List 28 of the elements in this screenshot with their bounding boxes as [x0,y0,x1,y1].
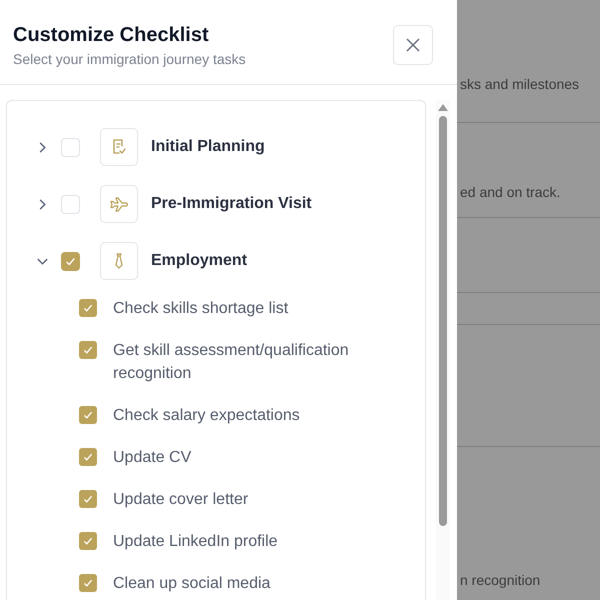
close-icon [405,37,421,53]
task-label: Update cover letter [113,490,248,510]
page-text: n recognition [459,571,542,589]
panel-subtitle: Select your immigration journey tasks [13,50,246,68]
checkbox[interactable] [79,490,97,508]
task-label: Clean up social media [113,574,270,594]
checkbox[interactable] [79,406,97,424]
checkbox[interactable] [79,448,97,466]
category-label: Pre-Immigration Visit [151,195,312,213]
close-button[interactable] [393,25,433,65]
checkbox[interactable] [79,299,97,317]
task-label: Update LinkedIn profile [113,532,278,552]
scrollbar-thumb[interactable] [439,116,447,526]
checkbox[interactable] [79,341,97,359]
category-label: Initial Planning [151,138,265,156]
page-text: ed and on track. [459,183,562,201]
panel-title: Customize Checklist [13,24,210,46]
scroll-up-icon[interactable] [438,104,448,111]
checkbox[interactable] [79,532,97,550]
task-label: Check skills shortage list [113,299,288,319]
task-label: Get skill assessment/qualification recognition [113,341,350,384]
task-label: Update CV [113,448,192,468]
page-text: sks and milestones [459,75,580,93]
scrollbar[interactable] [436,100,450,600]
checkbox[interactable] [79,574,97,592]
checkbox[interactable] [61,252,80,270]
task-label: Check salary expectations [113,406,300,426]
category-label: Employment [151,252,248,270]
